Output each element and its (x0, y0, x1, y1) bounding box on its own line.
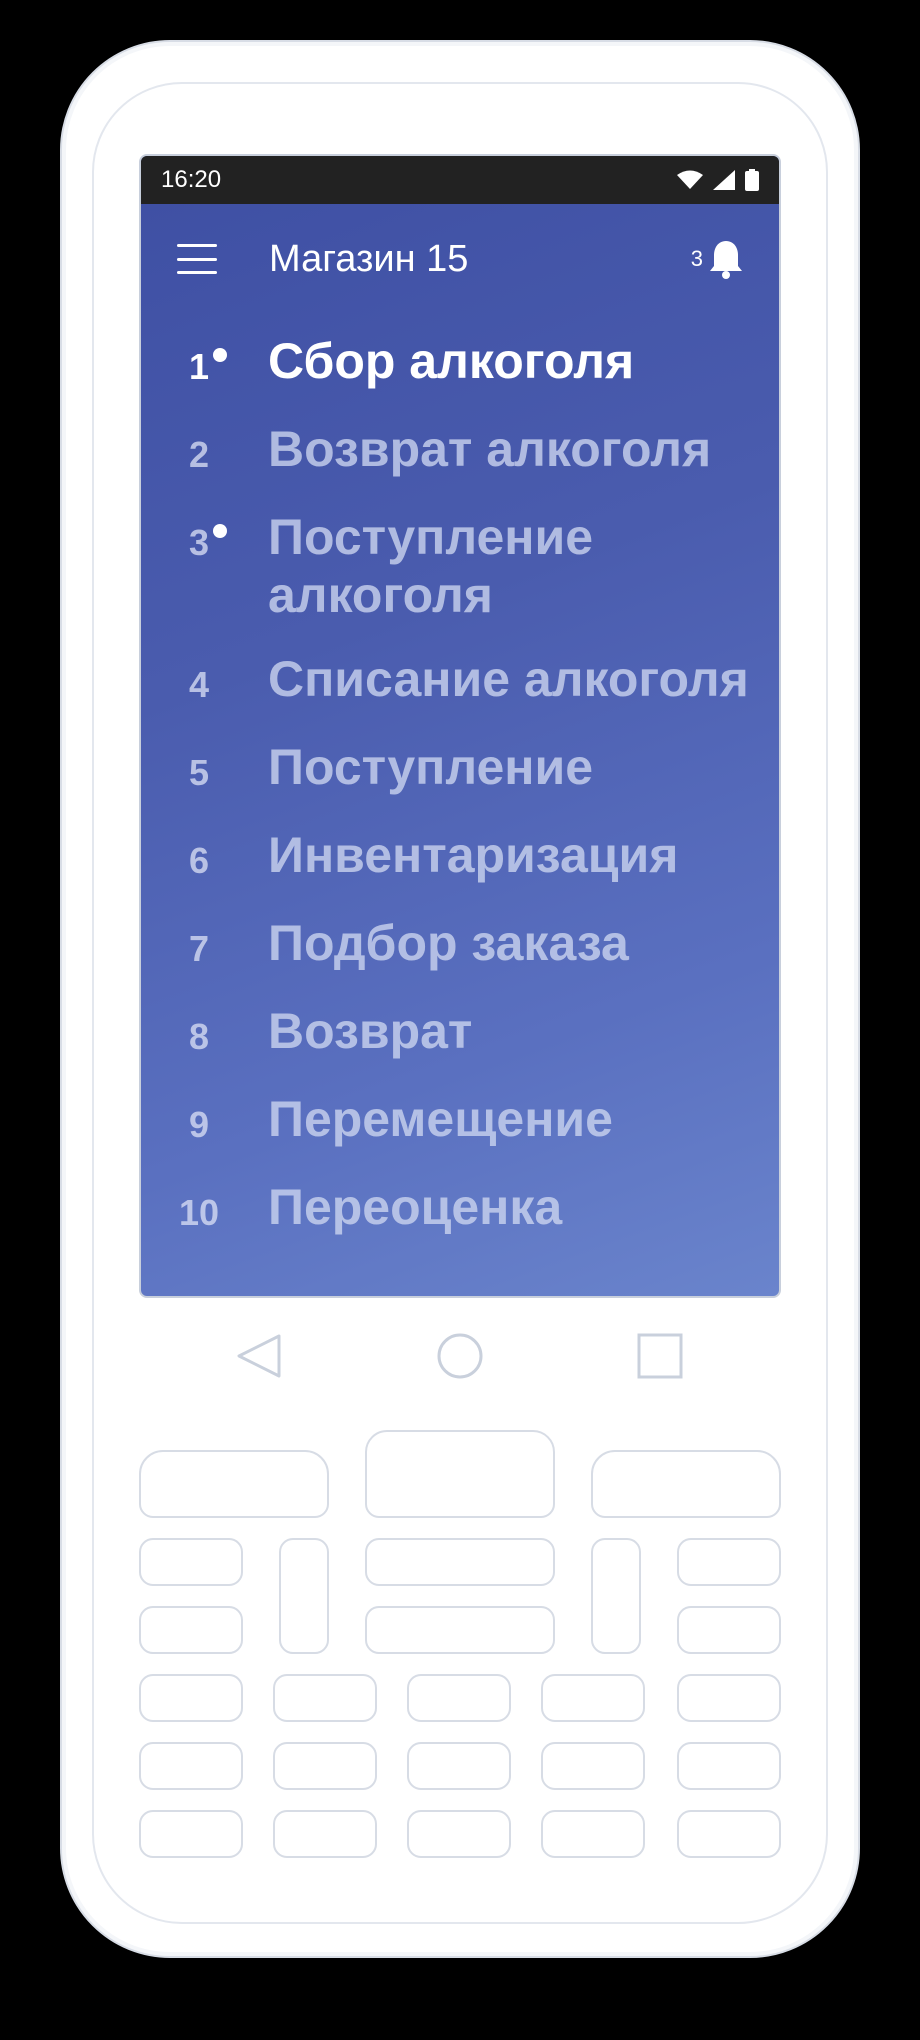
key[interactable] (541, 1742, 645, 1790)
bell-icon (710, 241, 742, 279)
menu-item-label: Инвентаризация (268, 827, 679, 883)
menu-item-7[interactable]: 7 Подбор заказа (141, 914, 779, 984)
battery-icon (745, 169, 759, 191)
key[interactable] (541, 1810, 645, 1858)
unread-dot (213, 524, 227, 538)
left-soft-key[interactable] (139, 1450, 329, 1518)
menu-item-number: 5 (188, 752, 210, 793)
menu-item-2[interactable]: 2 Возврат алкоголя (141, 420, 779, 490)
key[interactable] (677, 1810, 781, 1858)
menu-item-4[interactable]: 4 Списание алкоголя (141, 650, 779, 720)
menu-item-label: Поступление алкоголя (268, 509, 594, 623)
menu-item-1[interactable]: 1 Сбор алкоголя (141, 332, 779, 402)
menu-item-10[interactable]: 10 Переоценка (141, 1178, 779, 1248)
notification-button[interactable]: 3 (691, 239, 743, 279)
key[interactable] (139, 1538, 243, 1586)
back-icon[interactable] (235, 1332, 283, 1380)
menu-item-number: 6 (188, 840, 210, 881)
key[interactable] (677, 1538, 781, 1586)
menu-item-3[interactable]: 3 Поступление алкоголя (141, 508, 779, 624)
key[interactable] (273, 1810, 377, 1858)
menu-item-label: Перемещение (268, 1091, 613, 1147)
menu-item-number: 4 (188, 664, 210, 705)
menu-item-5[interactable]: 5 Поступление (141, 738, 779, 808)
key[interactable] (677, 1606, 781, 1654)
status-bar: 16:20 (141, 156, 779, 204)
menu-item-number: 8 (188, 1016, 210, 1057)
app-bar: Магазин 15 3 (141, 204, 779, 314)
menu-item-number: 1 (161, 346, 237, 388)
navigation-bar (139, 1322, 781, 1392)
key[interactable] (139, 1674, 243, 1722)
menu-item-label: Списание алкоголя (268, 651, 749, 707)
menu-item-number: 3 (161, 522, 237, 564)
app-title: Магазин 15 (269, 237, 469, 280)
key[interactable] (677, 1742, 781, 1790)
signal-icon (713, 170, 735, 190)
right-soft-key[interactable] (591, 1450, 781, 1518)
key[interactable] (279, 1538, 329, 1654)
wifi-icon (677, 170, 703, 189)
key[interactable] (139, 1742, 243, 1790)
key[interactable] (541, 1674, 645, 1722)
menu-icon[interactable] (177, 244, 217, 274)
menu-item-label: Возврат алкоголя (268, 421, 712, 477)
menu-item-number: 10 (178, 1192, 220, 1233)
menu-item-number: 7 (188, 928, 210, 969)
key[interactable] (407, 1810, 511, 1858)
key[interactable] (365, 1538, 555, 1586)
home-icon[interactable] (436, 1332, 484, 1380)
menu-item-label: Подбор заказа (268, 915, 629, 971)
key[interactable] (677, 1674, 781, 1722)
key[interactable] (407, 1674, 511, 1722)
menu-item-number: 9 (188, 1104, 210, 1145)
notification-count: 3 (690, 246, 703, 271)
key[interactable] (365, 1606, 555, 1654)
key[interactable] (407, 1742, 511, 1790)
menu-item-label: Переоценка (268, 1179, 563, 1235)
recents-icon[interactable] (636, 1332, 684, 1380)
menu-item-label: Поступление (268, 739, 594, 795)
key[interactable] (139, 1606, 243, 1654)
status-time: 16:20 (161, 166, 222, 193)
menu-item-label: Возврат (268, 1003, 473, 1059)
menu-item-9[interactable]: 9 Перемещение (141, 1090, 779, 1160)
menu-item-6[interactable]: 6 Инвентаризация (141, 826, 779, 896)
key[interactable] (273, 1674, 377, 1722)
key[interactable] (139, 1810, 243, 1858)
screen: 16:20 Магазин 15 3 1 Сбор алкоголя 2 Воз… (139, 154, 781, 1298)
unread-dot (213, 348, 227, 362)
key[interactable] (273, 1742, 377, 1790)
status-icons (677, 169, 759, 191)
menu-item-number: 2 (188, 434, 210, 475)
center-key[interactable] (365, 1430, 555, 1518)
menu-item-label: Сбор алкоголя (268, 333, 635, 389)
key[interactable] (591, 1538, 641, 1654)
menu-item-8[interactable]: 8 Возврат (141, 1002, 779, 1072)
